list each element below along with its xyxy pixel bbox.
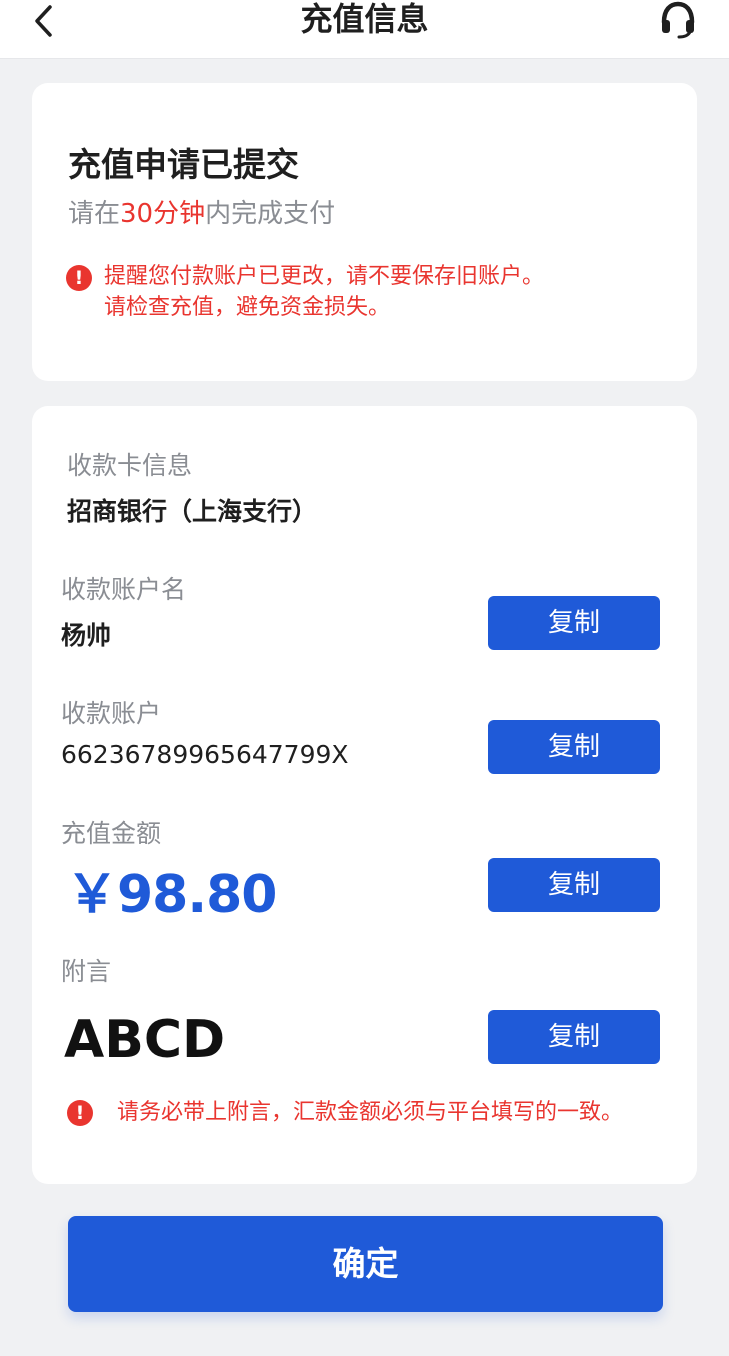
account-number-label: 收款账户 [61,699,162,728]
account-name-label: 收款账户名 [61,575,187,604]
bank-label: 收款卡信息 [67,451,193,480]
subtitle-suffix: 内完成支付 [205,199,336,229]
top-nav-bar: 充值信息 [0,0,729,59]
submission-status-card: 充值申请已提交 请在30分钟内完成支付 ! 提醒您付款账户已更改，请不要保存旧账… [32,83,697,381]
copy-account-number-button[interactable]: 复制 [488,720,660,774]
page-title: 充值信息 [300,0,429,38]
payment-info-card: 收款卡信息 招商银行（上海支行） 收款账户名 杨帅 复制 收款账户 662367… [32,406,697,1184]
copy-memo-button[interactable]: 复制 [488,1010,660,1064]
status-subtitle: 请在30分钟内完成支付 [68,193,335,230]
customer-service-button[interactable] [657,0,699,40]
memo-value: ABCD [64,1010,226,1070]
warning-line-1: 提醒您付款账户已更改，请不要保存旧账户。 [104,264,545,289]
subtitle-prefix: 请在 [68,199,121,229]
account-number-value: 66236789965647799X [61,740,349,769]
memo-notice: ! 请务必带上附言，汇款金额必须与平台填写的一致。 [67,1099,623,1127]
amount-value: ￥98.80 [66,865,277,925]
memo-label: 附言 [61,957,112,986]
status-title: 充值申请已提交 [68,145,299,184]
memo-notice-text: 请务必带上附言，汇款金额必须与平台填写的一致。 [117,1100,624,1125]
amount-label: 充值金额 [61,819,162,848]
headset-icon [661,1,695,39]
account-name-value: 杨帅 [61,621,112,650]
exclamation-icon: ! [67,1100,93,1126]
copy-amount-button[interactable]: 复制 [488,858,660,912]
warning-line-2: 请检查充值，避免资金损失。 [104,295,391,320]
confirm-button[interactable]: 确定 [68,1216,663,1312]
exclamation-icon: ! [66,265,92,291]
account-change-warning: ! 提醒您付款账户已更改，请不要保存旧账户。 请检查充值，避免资金损失。 [66,261,544,323]
bank-value: 招商银行（上海支行） [67,497,318,526]
copy-account-name-button[interactable]: 复制 [488,596,660,650]
time-limit-highlight: 30分钟 [120,199,206,229]
